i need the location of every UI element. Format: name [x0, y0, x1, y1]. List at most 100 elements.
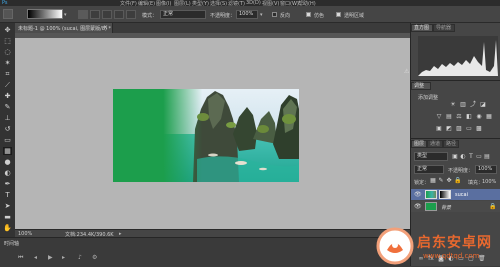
crop-tool-icon[interactable]: ⌗ [3, 70, 12, 78]
audio-icon[interactable]: ♪ [78, 254, 82, 261]
layer-mask-thumbnail[interactable] [439, 190, 451, 199]
linear-gradient-button[interactable] [78, 10, 88, 19]
visibility-eye-icon[interactable]: 👁 [414, 203, 422, 210]
layer-row-background[interactable]: 👁 背景 🔒 [411, 201, 500, 212]
landscape-image [113, 89, 299, 182]
color-balance-icon[interactable]: ⚖ [456, 114, 462, 120]
dodge-tool-icon[interactable]: ◐ [3, 169, 12, 177]
layer-thumbnail[interactable] [425, 190, 437, 199]
tab-channels[interactable]: 通道 [427, 140, 443, 148]
layer-thumbnail[interactable] [425, 202, 437, 211]
lock-all-icon[interactable]: 🔒 [454, 178, 461, 184]
close-icon[interactable]: × [103, 24, 108, 31]
curves-icon[interactable]: ⤴ [470, 102, 476, 108]
gradient-tool-icon[interactable]: ▦ [3, 147, 12, 155]
marquee-tool-icon[interactable]: ⬚ [3, 37, 12, 45]
reflected-gradient-button[interactable] [114, 10, 124, 19]
warning-icon[interactable]: ⚠ [404, 68, 409, 75]
watermark: 启东安卓网 www.qdtqd.com [373, 226, 500, 266]
levels-icon[interactable]: ▥ [460, 102, 466, 108]
brightness-contrast-icon[interactable]: ☀ [450, 102, 456, 108]
layer-name[interactable]: 背景 [441, 204, 451, 211]
document-image[interactable] [113, 89, 299, 182]
first-frame-icon[interactable]: ⏮ [18, 254, 23, 262]
lock-transparent-icon[interactable]: ▦ [430, 178, 436, 184]
layer-filter-select[interactable]: 类型 [414, 152, 448, 161]
diamond-gradient-button[interactable] [126, 10, 136, 19]
radial-gradient-button[interactable] [90, 10, 100, 19]
black-white-icon[interactable]: ◧ [466, 114, 472, 120]
invert-icon[interactable]: ▣ [436, 126, 442, 132]
transparency-checkbox[interactable] [336, 12, 341, 17]
watermark-logo-icon [376, 227, 414, 265]
layer-name[interactable]: sucai [455, 192, 468, 198]
gradient-picker[interactable] [27, 9, 63, 19]
adjustments-title[interactable]: 调整 [411, 82, 431, 90]
layer-row-sucai[interactable]: 👁 sucai [411, 189, 500, 200]
shape-tool-icon[interactable]: ▬ [3, 213, 12, 221]
opacity-value: 100% [239, 11, 254, 17]
next-frame-icon[interactable]: ▸ [62, 254, 65, 261]
play-icon[interactable]: ▶ [48, 254, 53, 261]
clone-stamp-tool-icon[interactable]: ⊥ [3, 114, 12, 122]
shape-filter-icon[interactable]: ▭ [476, 154, 482, 160]
photo-filter-icon[interactable]: ◉ [476, 114, 482, 120]
watermark-url: www.qdtqd.com [423, 252, 480, 260]
selective-color-icon[interactable]: ▩ [476, 126, 482, 132]
lasso-tool-icon[interactable]: ◌ [3, 48, 12, 56]
fill-value[interactable]: 100% [482, 179, 496, 185]
smart-object-filter-icon[interactable]: ▤ [484, 154, 490, 160]
type-tool-icon[interactable]: T [3, 191, 12, 199]
layer-opacity-label: 不透明度： [448, 168, 474, 174]
tool-preset-picker[interactable] [3, 9, 13, 19]
path-selection-tool-icon[interactable]: ➤ [3, 202, 12, 210]
reverse-label: 反向 [280, 13, 291, 19]
adjustment-filter-icon[interactable]: ◐ [460, 154, 466, 160]
magic-wand-tool-icon[interactable]: ✶ [3, 59, 12, 67]
tab-layers[interactable]: 图层 [411, 140, 427, 148]
pixel-filter-icon[interactable]: ▣ [452, 154, 458, 160]
lock-icon: 🔒 [489, 203, 497, 210]
chevron-down-icon[interactable]: ▾ [64, 12, 67, 18]
layer-opacity-input[interactable]: 100% [475, 165, 497, 174]
fill-label: 填充： [468, 180, 484, 186]
blend-mode-select[interactable]: 正常 [414, 165, 444, 174]
settings-icon[interactable]: ⚙ [92, 254, 97, 261]
channel-mixer-icon[interactable]: ▦ [486, 114, 492, 120]
healing-brush-tool-icon[interactable]: ✚ [3, 92, 12, 100]
prev-frame-icon[interactable]: ◂ [34, 254, 37, 261]
lock-image-icon[interactable]: ✎ [438, 178, 444, 184]
history-brush-tool-icon[interactable]: ↺ [3, 125, 12, 133]
opacity-label: 不透明度： [210, 13, 236, 19]
document-tab[interactable]: 未标题-1 @ 100% (sucai, 图层蒙版/8) * [15, 23, 113, 33]
blur-tool-icon[interactable]: ● [3, 158, 12, 166]
hand-tool-icon[interactable]: ✋ [3, 224, 12, 232]
mode-value: 正常 [163, 11, 174, 17]
vibrance-icon[interactable]: ▽ [436, 114, 442, 120]
timeline-panel: 时间轴 ⏮ ◂ ▶ ▸ ♪ ⚙ [0, 237, 410, 267]
visibility-eye-icon[interactable]: 👁 [414, 191, 422, 198]
pen-tool-icon[interactable]: ✒ [3, 180, 12, 188]
tab-navigator[interactable]: 导航器 [433, 24, 455, 32]
eyedropper-tool-icon[interactable]: ⟋ [3, 81, 12, 89]
reverse-checkbox[interactable] [272, 12, 277, 17]
lock-position-icon[interactable]: ✥ [446, 178, 452, 184]
tab-histogram[interactable]: 直方图 [411, 24, 433, 32]
threshold-icon[interactable]: ▨ [456, 126, 462, 132]
mode-select[interactable]: 正常 [160, 10, 206, 19]
hue-saturation-icon[interactable]: ▤ [446, 114, 452, 120]
tab-paths[interactable]: 路径 [443, 140, 459, 148]
exposure-icon[interactable]: ◪ [480, 102, 486, 108]
posterize-icon[interactable]: ◩ [446, 126, 452, 132]
opacity-input[interactable]: 100% [236, 10, 258, 19]
angle-gradient-button[interactable] [102, 10, 112, 19]
brush-tool-icon[interactable]: ✎ [3, 103, 12, 111]
dither-checkbox[interactable] [306, 12, 311, 17]
eraser-tool-icon[interactable]: ▭ [3, 136, 12, 144]
transparency-label: 透明区域 [344, 13, 365, 19]
type-filter-icon[interactable]: T [468, 154, 474, 160]
chevron-down-icon[interactable]: ▾ [260, 12, 263, 18]
gradient-map-icon[interactable]: ▭ [466, 126, 472, 132]
timeline-label[interactable]: 时间轴 [4, 240, 19, 247]
move-tool-icon[interactable]: ✥ [3, 26, 12, 34]
